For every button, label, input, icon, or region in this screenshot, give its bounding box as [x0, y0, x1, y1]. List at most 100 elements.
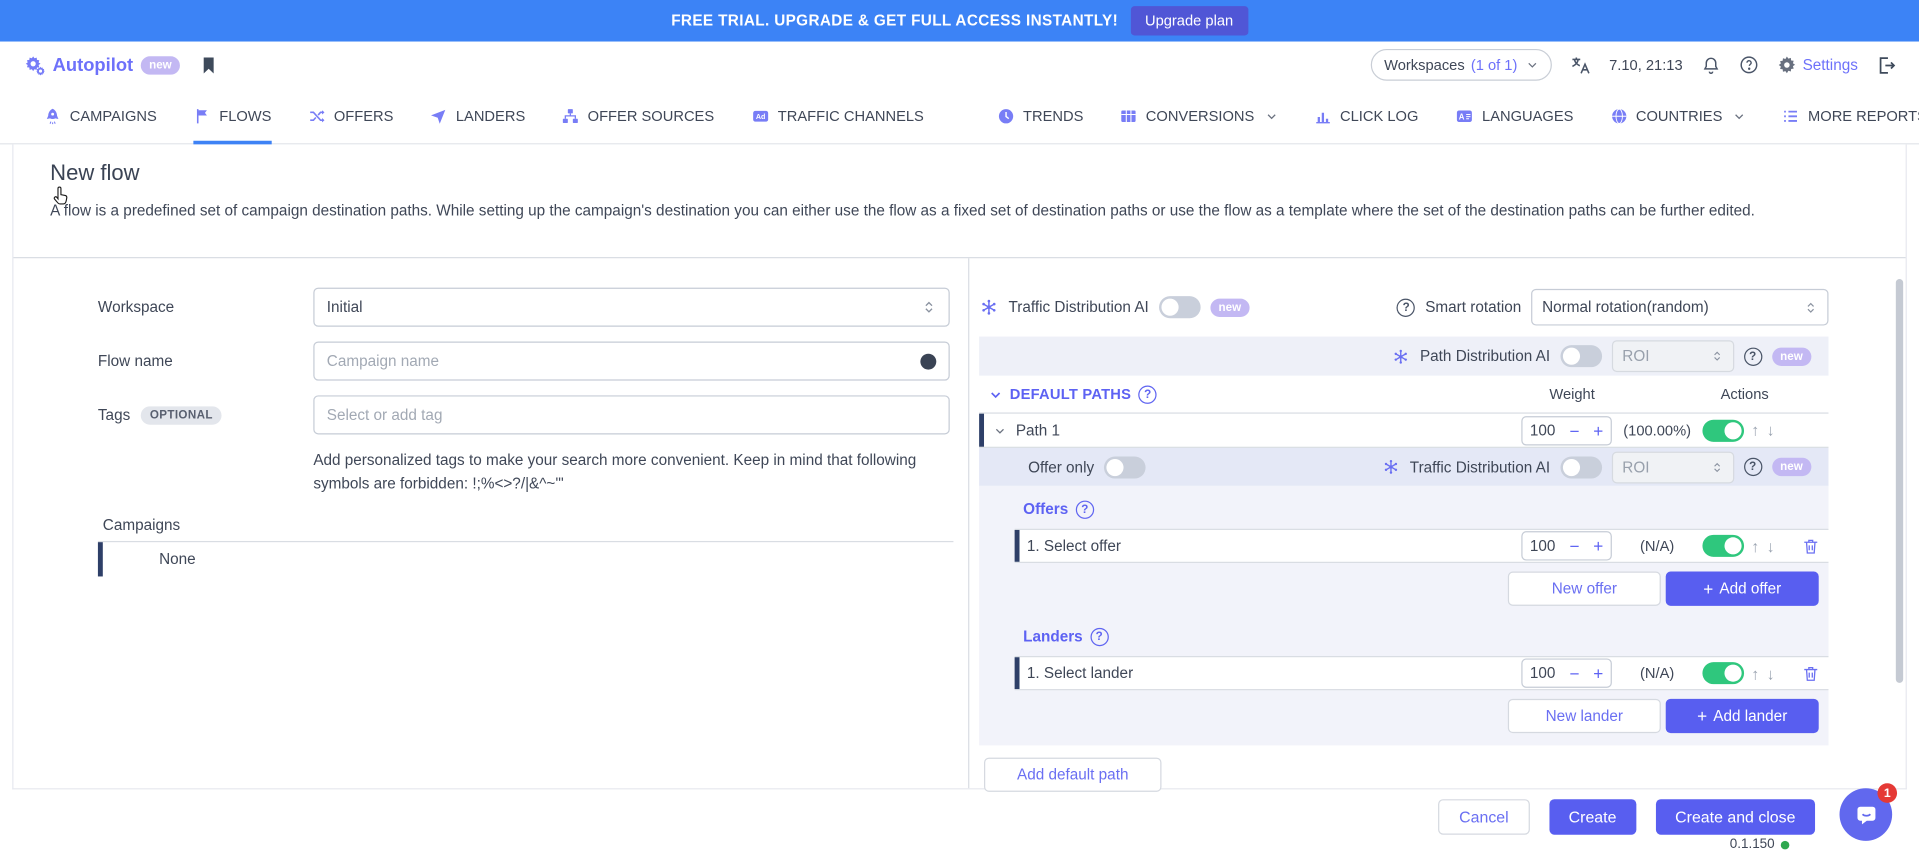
tab-countries[interactable]: COUNTRIES [1610, 88, 1745, 143]
tags-input[interactable] [327, 406, 937, 423]
flow-name-field-wrap [313, 341, 949, 380]
add-lander-button[interactable]: Add lander [1666, 699, 1819, 733]
tab-landers[interactable]: LANDERS [430, 88, 525, 143]
logout-icon[interactable] [1876, 54, 1897, 75]
tab-click-log[interactable]: CLICK LOG [1314, 88, 1418, 143]
new-badge: new [1210, 298, 1250, 316]
flow-name-input[interactable] [327, 352, 921, 369]
page-title: New flow [50, 160, 1869, 186]
rocket-icon [44, 107, 61, 124]
tags-row: Tags OPTIONAL [98, 395, 950, 434]
chevron-down-icon[interactable] [994, 424, 1006, 436]
offer-only-toggle[interactable] [1104, 456, 1146, 478]
chat-notification-badge: 1 [1877, 783, 1897, 803]
move-down-icon[interactable] [1767, 665, 1775, 681]
tab-trends[interactable]: TRENDS [997, 88, 1083, 143]
path-traffic-roi-select[interactable]: ROI [1611, 451, 1733, 483]
landers-section-label: Landers [1023, 628, 1083, 645]
tab-offer-sources[interactable]: OFFER SOURCES [562, 88, 714, 143]
tab-label: COUNTRIES [1636, 107, 1722, 124]
help-icon[interactable] [1739, 55, 1759, 75]
plus-icon[interactable] [1593, 537, 1603, 554]
select-stepper-icon [1710, 458, 1722, 475]
upgrade-plan-button[interactable]: Upgrade plan [1130, 6, 1248, 35]
tab-campaigns[interactable]: CAMPAIGNS [44, 88, 157, 143]
landers-help-icon[interactable]: ? [1090, 627, 1108, 645]
path-weight-value[interactable]: 100 [1530, 422, 1556, 439]
lander-select-label[interactable]: 1. Select lander [1020, 665, 1134, 682]
path-distribution-help-icon[interactable]: ? [1743, 347, 1761, 365]
path-enabled-toggle[interactable] [1702, 419, 1744, 441]
tab-traffic-channels[interactable]: Ad TRAFFIC CHANNELS [751, 88, 924, 143]
move-down-icon[interactable] [1767, 422, 1775, 438]
workspaces-count: (1 of 1) [1471, 56, 1518, 73]
mouse-cursor-icon [50, 185, 71, 209]
tab-conversions[interactable]: CONVERSIONS [1120, 88, 1278, 143]
page-head: New flow A flow is a predefined set of c… [13, 144, 1905, 258]
notifications-bell-icon[interactable] [1701, 54, 1721, 75]
lander-enabled-toggle[interactable] [1702, 662, 1744, 684]
minus-icon[interactable] [1569, 665, 1579, 682]
tab-languages[interactable]: A LANGUAGES [1455, 88, 1573, 143]
cancel-button[interactable]: Cancel [1438, 799, 1529, 834]
offers-help-icon[interactable]: ? [1076, 500, 1094, 518]
plus-icon[interactable] [1593, 665, 1603, 682]
tab-more-reports[interactable]: MORE REPORTS [1782, 88, 1919, 143]
panel-scrollbar[interactable] [1896, 279, 1903, 683]
new-lander-button[interactable]: New lander [1508, 699, 1661, 733]
chat-widget-button[interactable]: 1 [1840, 788, 1893, 841]
header-actions: Workspaces (1 of 1) 7.10, 21:13 Settings [1371, 49, 1897, 81]
add-default-path-button[interactable]: Add default path [984, 758, 1161, 792]
color-dot[interactable] [920, 353, 936, 369]
traffic-distribution-help-icon[interactable]: ? [1743, 458, 1761, 476]
smart-rotation-help-icon[interactable]: ? [1397, 298, 1415, 316]
workspace-select[interactable]: Initial [313, 288, 949, 327]
workspaces-selector[interactable]: Workspaces (1 of 1) [1371, 49, 1552, 81]
path-row: Path 1 100 (100.00%) [979, 412, 1828, 447]
smart-rotation-label: Smart rotation [1425, 299, 1521, 316]
minus-icon[interactable] [1569, 537, 1579, 554]
move-down-icon[interactable] [1767, 538, 1775, 554]
campaigns-value: None [103, 542, 196, 576]
default-paths-help-icon[interactable]: ? [1139, 385, 1157, 403]
tags-field-wrap [313, 395, 949, 434]
offer-weight-percent: (N/A) [1619, 537, 1695, 554]
bookmark-icon[interactable] [200, 53, 218, 76]
offer-enabled-toggle[interactable] [1702, 535, 1744, 557]
tab-flows[interactable]: FLOWS [194, 88, 272, 143]
svg-text:A: A [1459, 112, 1465, 121]
tab-label: OFFERS [334, 107, 394, 124]
move-up-icon[interactable] [1751, 422, 1759, 438]
tab-label: TRAFFIC CHANNELS [778, 107, 924, 124]
plus-icon[interactable] [1593, 422, 1603, 439]
default-paths-label[interactable]: DEFAULT PATHS [1010, 386, 1131, 403]
chevron-down-icon[interactable] [989, 387, 1002, 400]
chevron-down-icon [1526, 59, 1538, 71]
path-name-label: Path 1 [1016, 422, 1060, 439]
translate-icon[interactable] [1570, 54, 1591, 75]
offer-weight-value[interactable]: 100 [1530, 537, 1556, 554]
add-offer-label: Add offer [1719, 580, 1781, 597]
offer-select-label[interactable]: 1. Select offer [1020, 537, 1121, 554]
move-up-icon[interactable] [1751, 665, 1759, 681]
tab-offers[interactable]: OFFERS [308, 88, 393, 143]
move-up-icon[interactable] [1751, 538, 1759, 554]
offers-section-label: Offers [1023, 501, 1068, 518]
delete-offer-trash-icon[interactable] [1801, 537, 1819, 555]
trial-banner-text: FREE TRIAL. UPGRADE & GET FULL ACCESS IN… [671, 12, 1118, 29]
brand-name: Autopilot [53, 54, 134, 75]
path-distribution-ai-toggle[interactable] [1560, 345, 1602, 367]
minus-icon[interactable] [1569, 422, 1579, 439]
settings-link[interactable]: Settings [1777, 55, 1858, 75]
create-and-close-button[interactable]: Create and close [1656, 799, 1815, 834]
traffic-distribution-ai-toggle[interactable] [1159, 296, 1201, 318]
delete-lander-trash-icon[interactable] [1801, 664, 1819, 682]
lander-weight-value[interactable]: 100 [1530, 665, 1556, 682]
create-button[interactable]: Create [1549, 799, 1636, 834]
smart-rotation-select[interactable]: Normal rotation(random) [1531, 289, 1828, 326]
new-offer-button[interactable]: New offer [1508, 572, 1661, 606]
add-offer-button[interactable]: Add offer [1666, 572, 1819, 606]
path-traffic-distribution-toggle[interactable] [1560, 456, 1602, 478]
brand[interactable]: Autopilot new [24, 54, 180, 75]
path-roi-select[interactable]: ROI [1611, 340, 1733, 372]
